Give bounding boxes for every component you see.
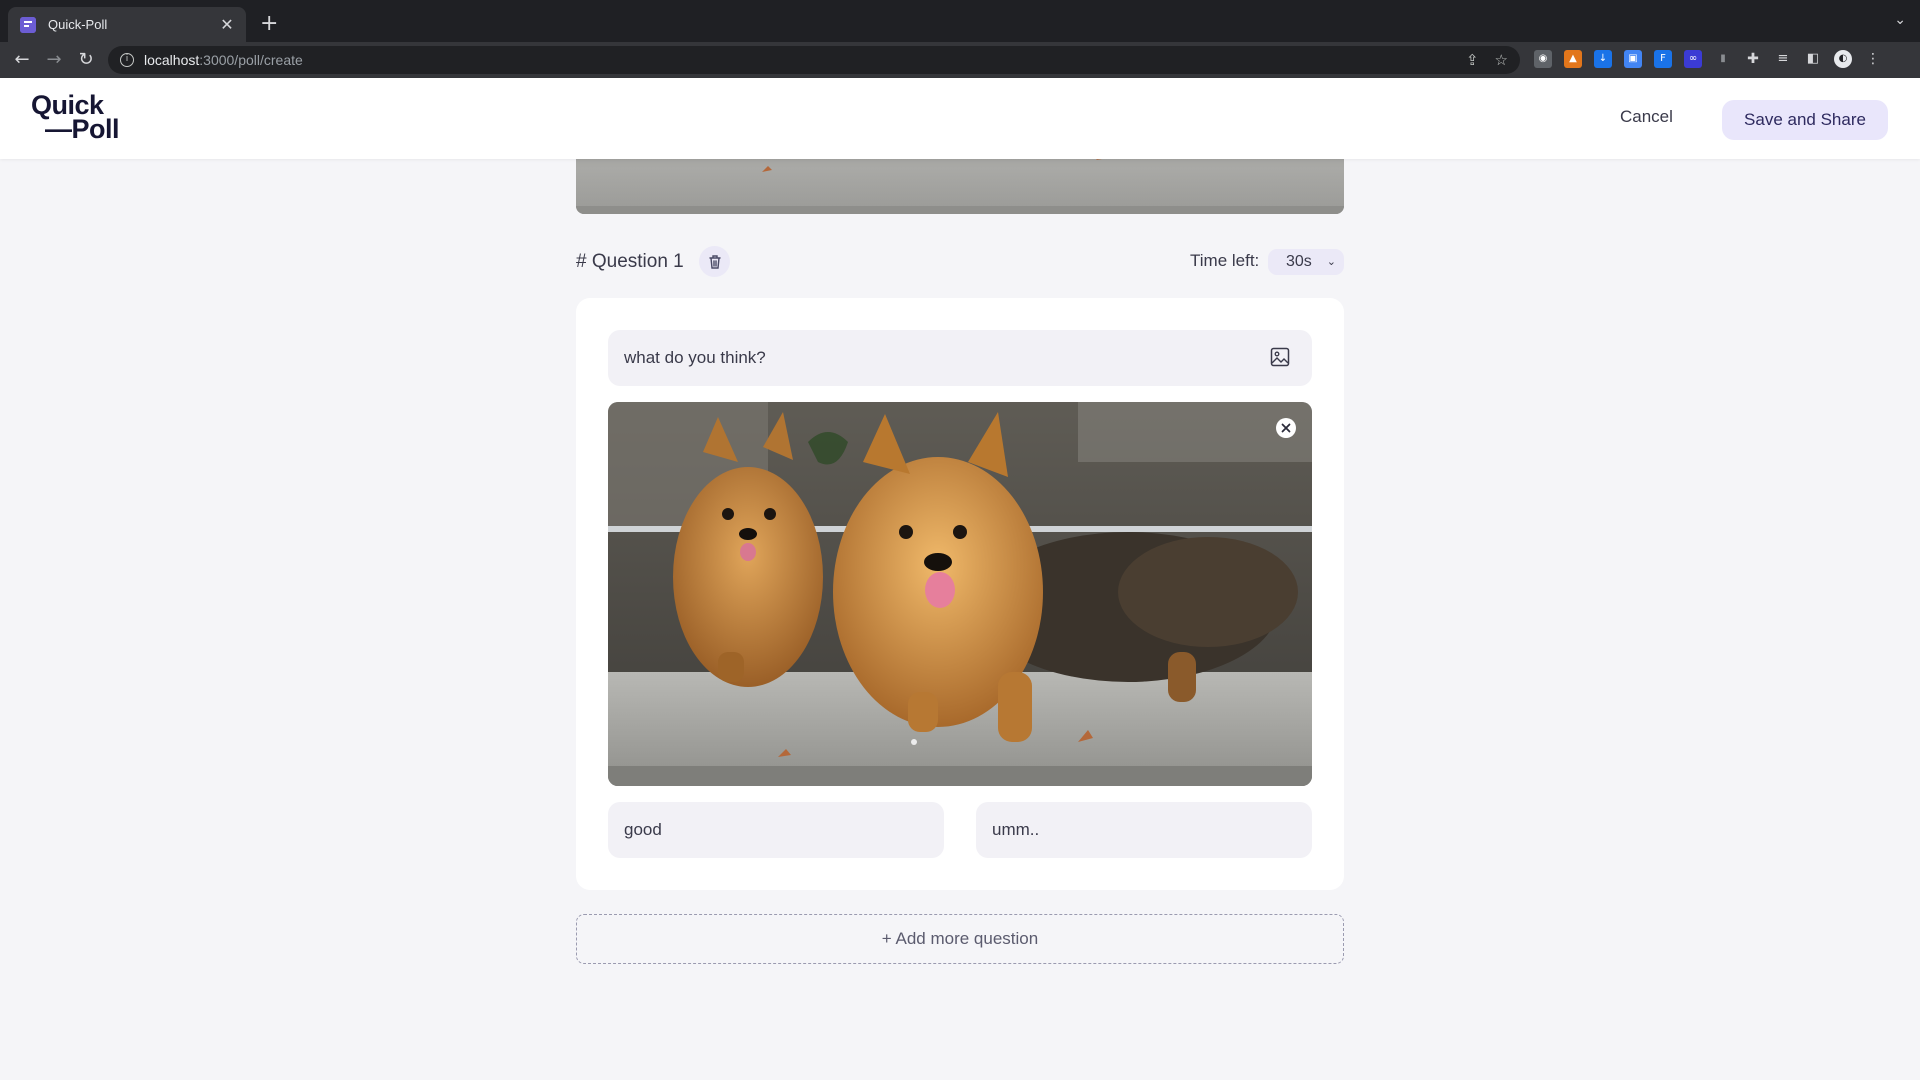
favicon-icon — [20, 16, 36, 33]
profile-avatar-icon[interactable]: ◐ — [1834, 50, 1852, 68]
fox-extension-icon[interactable]: ▲ — [1564, 50, 1582, 68]
delete-question-button[interactable] — [699, 246, 730, 277]
question-text: what do you think? — [624, 348, 766, 367]
trash-icon — [708, 255, 721, 269]
tab-title: Quick-Poll — [48, 17, 108, 32]
browser-tab-bar: Quick-Poll ✕ + ⌄ — [0, 0, 1920, 42]
app-header: Quick —Poll Cancel Save and Share — [0, 78, 1920, 159]
translate-extension-icon[interactable]: ▣ — [1624, 50, 1642, 68]
cancel-button[interactable]: Cancel — [1620, 107, 1673, 127]
chevron-down-icon: ⌄ — [1326, 255, 1336, 268]
remove-image-button[interactable] — [1276, 418, 1296, 438]
chevron-down-icon[interactable]: ⌄ — [1894, 12, 1906, 28]
kebab-menu-icon[interactable]: ⋮ — [1864, 50, 1882, 68]
image-icon[interactable] — [1270, 347, 1290, 372]
address-bar[interactable]: i localhost:3000/poll/create ⇪ ☆ — [108, 46, 1520, 74]
question-header: # Question 1 Time left: 30s ⌄ — [576, 246, 1344, 278]
fi-extension-icon[interactable]: F — [1654, 50, 1672, 68]
save-and-share-button[interactable]: Save and Share — [1722, 100, 1888, 140]
browser-tab[interactable]: Quick-Poll ✕ — [8, 7, 246, 42]
star-icon[interactable]: ☆ — [1495, 51, 1508, 69]
info-icon[interactable]: i — [120, 53, 134, 67]
option-field-1[interactable]: good — [608, 802, 944, 858]
question-title: # Question 1 — [576, 251, 684, 272]
dropper-extension-icon[interactable]: ▮ — [1714, 50, 1732, 68]
camera-extension-icon[interactable]: ◉ — [1534, 50, 1552, 68]
quick-poll-logo[interactable]: Quick —Poll — [31, 92, 120, 144]
share-icon[interactable]: ⇪ — [1466, 51, 1479, 69]
plus-icon[interactable]: + — [260, 10, 278, 38]
question-text-field[interactable]: what do you think? — [608, 330, 1312, 386]
question-card: what do you think? good umm.. — [576, 298, 1344, 890]
forward-arrow-icon[interactable]: → — [42, 48, 66, 72]
media-list-icon[interactable]: ≡ — [1774, 50, 1792, 68]
time-left-select[interactable]: 30s ⌄ — [1268, 249, 1344, 275]
logo-line-2: —Poll — [45, 114, 120, 144]
time-left-label: Time left: — [1190, 251, 1260, 270]
link-extension-icon[interactable]: ∞ — [1684, 50, 1702, 68]
back-arrow-icon[interactable]: ← — [10, 48, 34, 72]
url-text: localhost:3000/poll/create — [144, 52, 303, 68]
download-extension-icon[interactable]: ↓ — [1594, 50, 1612, 68]
sidepanel-icon[interactable]: ◧ — [1804, 50, 1822, 68]
add-more-question-button[interactable]: + Add more question — [576, 914, 1344, 964]
close-icon[interactable]: ✕ — [218, 15, 236, 34]
puzzle-icon[interactable]: ✚ — [1744, 50, 1762, 68]
browser-toolbar: ← → ↻ i localhost:3000/poll/create ⇪ ☆ ◉… — [0, 42, 1920, 78]
question-image — [608, 402, 1312, 786]
time-left-value: 30s — [1286, 253, 1312, 270]
option-field-2[interactable]: umm.. — [976, 802, 1312, 858]
close-icon — [1281, 423, 1291, 433]
reload-icon[interactable]: ↻ — [74, 48, 98, 72]
